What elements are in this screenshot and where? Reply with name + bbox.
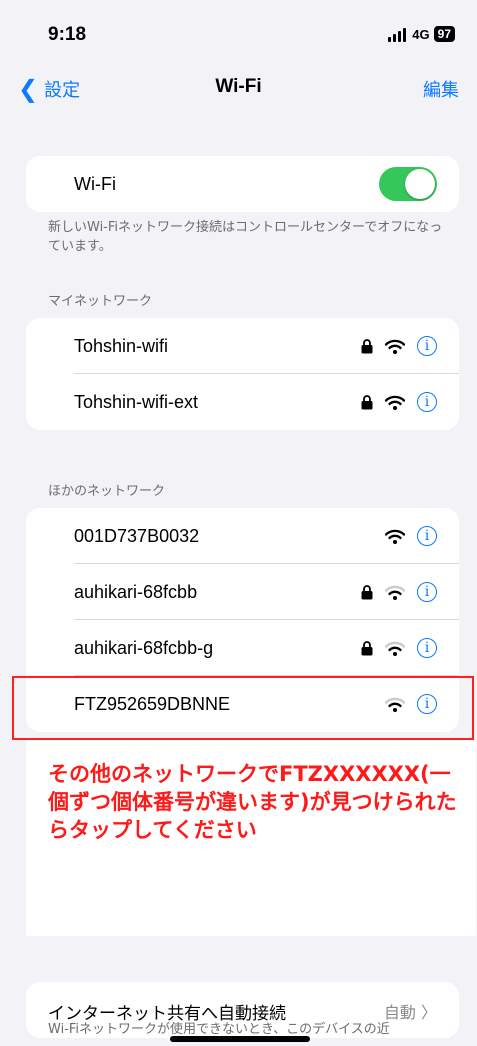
other-networks-header: ほかのネットワーク <box>48 484 166 499</box>
home-indicator <box>170 1036 310 1042</box>
navigation-bar: ❮ 設定 Wi-Fi 編集 <box>0 70 477 110</box>
status-indicators: 4G 97 <box>388 26 455 42</box>
info-icon[interactable]: i <box>417 526 437 546</box>
battery-icon: 97 <box>433 26 455 42</box>
network-row[interactable]: auhikari-68fcbb-g i <box>26 620 459 676</box>
lock-icon <box>361 640 373 656</box>
my-networks-header: マイネットワーク <box>48 294 153 309</box>
wifi-toggle-switch[interactable] <box>379 167 437 201</box>
network-name: 001D737B0032 <box>74 525 200 546</box>
network-name: auhikari-68fcbb <box>74 581 198 602</box>
lock-icon <box>361 338 373 354</box>
info-icon[interactable]: i <box>417 336 437 356</box>
network-icons: i <box>361 336 437 356</box>
edit-button[interactable]: 編集 <box>423 76 459 102</box>
highlight-box <box>12 676 474 740</box>
lock-icon <box>361 584 373 600</box>
wifi-icon <box>385 395 405 410</box>
wifi-icon <box>385 529 405 544</box>
my-networks-group: Tohshin-wifi i Tohshin-wifi-ext i <box>26 318 459 430</box>
wifi-toggle-row: Wi-Fi <box>26 156 459 212</box>
annotation-text: その他のネットワークでFTZXXXXXX(一個ずつ個体番号が違います)が見つけら… <box>48 762 457 842</box>
wifi-toggle-label: Wi-Fi <box>74 173 116 194</box>
signal-icon <box>388 28 407 42</box>
network-row[interactable]: Tohshin-wifi-ext i <box>26 374 459 430</box>
network-icons: i <box>385 526 437 546</box>
network-icons: i <box>361 392 437 412</box>
network-type: 4G <box>412 27 430 42</box>
info-icon[interactable]: i <box>417 582 437 602</box>
network-name: Tohshin-wifi <box>74 335 169 356</box>
lock-icon <box>361 394 373 410</box>
info-icon[interactable]: i <box>417 638 437 658</box>
toggle-knob <box>405 169 435 199</box>
network-icons: i <box>361 582 437 602</box>
network-row[interactable]: 001D737B0032 i <box>26 508 459 564</box>
status-bar: 9:18 4G 97 <box>0 0 477 60</box>
network-row[interactable]: Tohshin-wifi i <box>26 318 459 374</box>
network-row[interactable]: auhikari-68fcbb i <box>26 564 459 620</box>
wifi-note: 新しいWi-Fiネットワーク接続はコントロールセンターでオフになっています。 <box>48 220 443 254</box>
page-title: Wi-Fi <box>215 76 262 97</box>
wifi-icon <box>385 585 405 600</box>
wifi-icon <box>385 641 405 656</box>
wifi-icon <box>385 339 405 354</box>
status-time: 9:18 <box>48 24 87 45</box>
network-icons: i <box>361 638 437 658</box>
network-name: Tohshin-wifi-ext <box>74 391 199 412</box>
wifi-toggle-group: Wi-Fi <box>26 156 459 212</box>
network-name: auhikari-68fcbb-g <box>74 637 214 658</box>
info-icon[interactable]: i <box>417 392 437 412</box>
